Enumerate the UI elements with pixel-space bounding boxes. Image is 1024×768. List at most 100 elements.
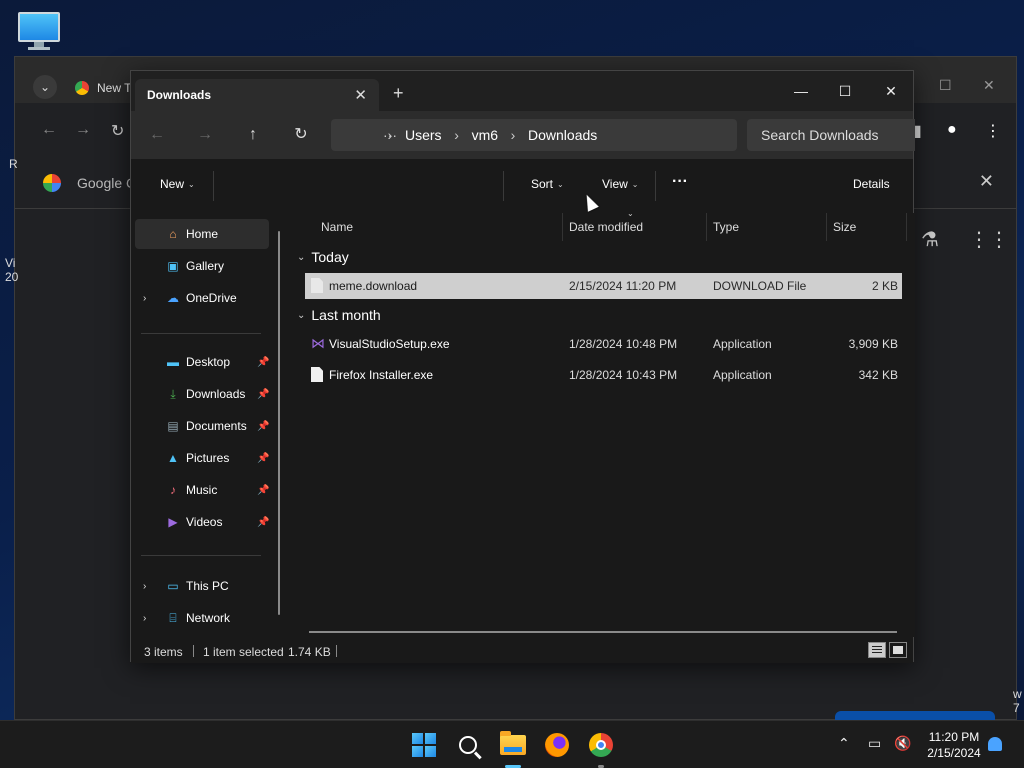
up-icon[interactable]: ↑ — [239, 123, 267, 147]
clock-time: 11:20 PM — [928, 730, 980, 744]
google-logo-icon — [43, 174, 61, 192]
show-hidden-icons-chevron-icon[interactable]: ⌃ — [838, 735, 850, 752]
sidebar-item-gallery[interactable]: ▣ Gallery — [135, 251, 269, 281]
pin-icon[interactable]: 📌 — [257, 485, 269, 496]
file-name: meme.download — [329, 279, 418, 293]
expand-chevron-icon[interactable]: › — [143, 293, 146, 304]
chrome-menu-icon[interactable]: ⋮ — [985, 121, 1001, 141]
command-divider — [503, 171, 504, 201]
sidebar-scrollbar[interactable] — [278, 231, 280, 615]
video-icon: ▶ — [168, 515, 178, 529]
more-options-icon[interactable]: ··· — [672, 173, 688, 191]
system-clock[interactable]: 11:20 PM 2/15/2024 — [918, 729, 990, 761]
notification-bell-icon[interactable] — [988, 737, 1002, 751]
file-date: 2/15/2024 11:20 PM — [569, 279, 677, 293]
column-header-name[interactable]: Name — [315, 213, 563, 241]
network-icon: ⌸ — [169, 610, 177, 625]
file-size: 2 KB — [871, 279, 898, 293]
group-header-today[interactable]: ⌄ Today — [297, 249, 349, 265]
explorer-tab-downloads[interactable]: Downloads ✕ — [135, 79, 379, 111]
file-explorer-icon[interactable] — [499, 731, 527, 759]
details-button-label: Details — [853, 177, 890, 191]
sidebar-item-desktop[interactable]: ▬ Desktop 📌 — [135, 347, 269, 377]
tab-search-icon[interactable]: ⌄ — [33, 75, 57, 99]
breadcrumb-chevron-icon[interactable]: › — [442, 127, 472, 143]
picture-icon: ▲ — [167, 451, 179, 465]
maximize-icon[interactable]: ☐ — [825, 77, 865, 105]
sidebar-item-this-pc[interactable]: › ▭ This PC — [135, 571, 269, 601]
chrome-infobar-close-icon[interactable]: ✕ — [979, 171, 994, 192]
chrome-close-icon[interactable]: ✕ — [983, 77, 995, 94]
clock-date: 2/15/2024 — [927, 746, 981, 760]
column-header-type[interactable]: Type — [707, 213, 827, 241]
sort-button[interactable]: Sort ⌄ — [531, 177, 564, 191]
pin-icon[interactable]: 📌 — [257, 421, 269, 432]
expand-chevron-icon[interactable]: › — [143, 613, 146, 624]
status-selection: 1 item selected — [203, 645, 284, 659]
file-row[interactable]: Firefox Installer.exe 1/28/2024 10:43 PM… — [305, 362, 902, 388]
breadcrumb-chevron-icon[interactable]: › — [375, 127, 405, 143]
chrome-profile-icon[interactable]: ● — [947, 121, 957, 139]
group-header-last-month[interactable]: ⌄ Last month — [297, 307, 381, 323]
pin-icon[interactable]: 📌 — [257, 389, 269, 400]
breadcrumb-users[interactable]: Users — [405, 127, 442, 143]
group-header-label: Today — [311, 249, 349, 265]
sidebar-item-network[interactable]: › ⌸ Network — [135, 603, 269, 633]
search-icon[interactable] — [454, 731, 482, 759]
desktop-fragment-20: 20 — [5, 270, 19, 284]
firefox-icon[interactable] — [543, 731, 571, 759]
view-button[interactable]: View ⌄ — [602, 177, 639, 191]
refresh-icon[interactable]: ↻ — [287, 123, 315, 147]
chrome-forward-icon[interactable]: → — [75, 121, 91, 139]
navigation-pane: ⌂ Home ▣ Gallery › ☁ OneDrive ▬ Desktop … — [131, 213, 289, 637]
sort-button-label: Sort — [531, 177, 554, 191]
close-icon[interactable]: ✕ — [871, 77, 911, 105]
status-item-count: 3 items — [144, 645, 183, 659]
file-row[interactable]: meme.download 2/15/2024 11:20 PM DOWNLOA… — [305, 273, 902, 299]
horizontal-scrollbar[interactable] — [309, 631, 897, 633]
chrome-icon[interactable] — [587, 731, 615, 759]
labs-flask-icon[interactable]: ⚗ — [921, 227, 939, 252]
breadcrumb-vm6[interactable]: vm6 — [472, 127, 498, 143]
tiles-view-icon[interactable] — [889, 642, 907, 658]
sort-caret-icon: ⌄ — [627, 209, 634, 218]
pin-icon[interactable]: 📌 — [257, 453, 269, 464]
status-bar: 3 items 1 item selected 1.74 KB — [131, 637, 913, 663]
sidebar-item-music[interactable]: ♪ Music 📌 — [135, 475, 269, 505]
details-button[interactable]: Details — [853, 177, 890, 191]
sidebar-item-onedrive[interactable]: › ☁ OneDrive — [135, 283, 269, 313]
file-row[interactable]: ⋈ VisualStudioSetup.exe 1/28/2024 10:48 … — [305, 331, 902, 357]
details-view-icon[interactable] — [868, 642, 886, 658]
back-icon[interactable]: ← — [143, 123, 171, 147]
expand-chevron-icon[interactable]: › — [143, 581, 146, 592]
sidebar-item-home[interactable]: ⌂ Home — [135, 219, 269, 249]
pin-icon[interactable]: 📌 — [257, 517, 269, 528]
start-windows-icon[interactable] — [410, 731, 438, 759]
column-header-date[interactable]: Date modified — [563, 213, 707, 241]
minimize-icon[interactable]: — — [781, 77, 821, 105]
apps-grid-icon[interactable]: ⋮⋮ — [969, 227, 1009, 252]
search-input[interactable] — [747, 119, 915, 151]
column-header-size[interactable]: Size — [827, 213, 907, 241]
chrome-maximize-icon[interactable]: ☐ — [939, 77, 952, 94]
sidebar-item-pictures[interactable]: ▲ Pictures 📌 — [135, 443, 269, 473]
network-status-icon[interactable]: ▭ — [868, 735, 881, 752]
forward-icon[interactable]: → — [191, 123, 219, 147]
breadcrumb-downloads[interactable]: Downloads — [528, 127, 597, 143]
sidebar-item-videos[interactable]: ▶ Videos 📌 — [135, 507, 269, 537]
this-pc-desktop-icon[interactable] — [18, 12, 60, 50]
pin-icon[interactable]: 📌 — [257, 357, 269, 368]
chrome-reload-icon[interactable]: ↻ — [111, 121, 124, 141]
chrome-back-icon[interactable]: ← — [41, 121, 57, 139]
collapse-chevron-icon: ⌄ — [297, 309, 306, 321]
sidebar-item-documents[interactable]: ▤ Documents 📌 — [135, 411, 269, 441]
tab-close-icon[interactable]: ✕ — [354, 86, 367, 104]
new-tab-icon[interactable]: + — [393, 83, 404, 104]
breadcrumb[interactable]: › ··· Users › vm6 › Downloads — [331, 119, 737, 151]
breadcrumb-chevron-icon[interactable]: › — [498, 127, 528, 143]
volume-muted-icon[interactable]: 🔇 — [894, 735, 911, 752]
sidebar-item-downloads[interactable]: ⤓ Downloads 📌 — [135, 379, 269, 409]
new-button[interactable]: New ⌄ — [160, 177, 195, 191]
file-date: 1/28/2024 10:43 PM — [569, 368, 678, 382]
sidebar-item-label: This PC — [186, 579, 229, 593]
